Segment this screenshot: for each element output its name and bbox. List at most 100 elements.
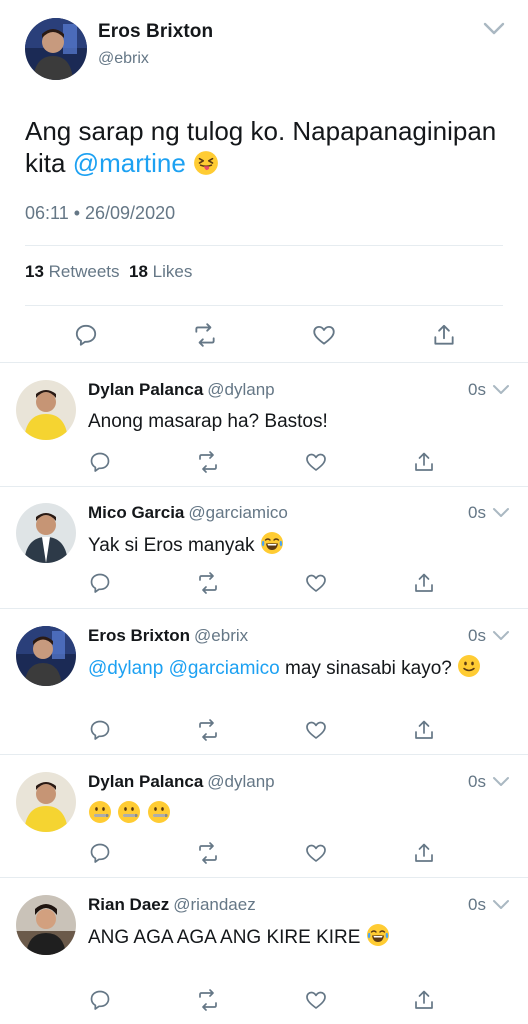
chevron-down-icon[interactable] bbox=[490, 774, 512, 790]
divider bbox=[0, 608, 528, 609]
author-name[interactable]: Eros Brixton bbox=[88, 626, 190, 645]
author-name[interactable]: Dylan Palanca bbox=[88, 772, 203, 791]
tears-of-joy-emoji bbox=[260, 531, 284, 555]
reply-icon[interactable] bbox=[88, 571, 112, 595]
like-icon[interactable] bbox=[311, 322, 337, 348]
tears-of-joy-emoji bbox=[366, 923, 390, 947]
divider bbox=[25, 245, 503, 246]
tweet-text: Ang sarap ng tulog ko. Napapanaginipan k… bbox=[25, 115, 505, 179]
chevron-down-icon[interactable] bbox=[490, 897, 512, 913]
retweet-icon[interactable] bbox=[192, 322, 218, 348]
action-bar bbox=[88, 988, 438, 1012]
reply-time[interactable]: 0s bbox=[468, 772, 486, 792]
divider bbox=[0, 486, 528, 487]
reply-text-body: Yak si Eros manyak bbox=[88, 535, 260, 556]
reply-time[interactable]: 0s bbox=[468, 895, 486, 915]
retweet-icon[interactable] bbox=[196, 450, 220, 474]
like-icon[interactable] bbox=[304, 988, 328, 1012]
zipper-mouth-emoji bbox=[147, 800, 171, 824]
chevron-down-icon[interactable] bbox=[490, 628, 512, 644]
action-bar bbox=[88, 718, 438, 742]
retweet-icon[interactable] bbox=[196, 571, 220, 595]
zipper-mouth-emoji bbox=[88, 800, 112, 824]
author-name[interactable]: Mico Garcia bbox=[88, 503, 184, 522]
reply-icon[interactable] bbox=[88, 450, 112, 474]
reply-text: @dylanp @garciamico may sinasabi kayo? bbox=[88, 654, 508, 683]
like-icon[interactable] bbox=[304, 718, 328, 742]
share-icon[interactable] bbox=[412, 841, 436, 865]
reply-header: Eros Brixton @ebrix bbox=[88, 626, 248, 646]
likes-count: 18 bbox=[128, 262, 148, 281]
divider bbox=[0, 877, 528, 878]
author-handle[interactable]: @riandaez bbox=[173, 895, 255, 914]
reply-icon[interactable] bbox=[88, 841, 112, 865]
reply-tweet[interactable]: Dylan Palanca @dylanp 0s Anong masarap ha… bbox=[0, 380, 528, 487]
author-handle[interactable]: @ebrix bbox=[98, 50, 149, 68]
reply-tweet[interactable]: Dylan Palanca @dylanp 0s bbox=[0, 772, 528, 878]
reply-text: Anong masarap ha? Bastos! bbox=[88, 411, 328, 432]
share-icon[interactable] bbox=[412, 718, 436, 742]
reply-tweet[interactable]: Rian Daez @riandaez 0s ANG AGA AGA ANG KI… bbox=[0, 895, 528, 1020]
reply-time[interactable]: 0s bbox=[468, 503, 486, 523]
reply-header: Dylan Palanca @dylanp bbox=[88, 772, 275, 792]
avatar[interactable] bbox=[16, 380, 76, 440]
reply-icon[interactable] bbox=[88, 718, 112, 742]
chevron-down-icon[interactable] bbox=[480, 16, 508, 42]
reply-header: Rian Daez @riandaez bbox=[88, 895, 256, 915]
divider bbox=[25, 305, 503, 306]
squinting-tongue-emoji bbox=[193, 150, 219, 176]
share-icon[interactable] bbox=[412, 571, 436, 595]
retweets-label: Retweets bbox=[48, 262, 120, 281]
author-handle[interactable]: @dylanp bbox=[207, 772, 274, 791]
retweet-icon[interactable] bbox=[196, 718, 220, 742]
share-icon[interactable] bbox=[412, 450, 436, 474]
reply-icon[interactable] bbox=[73, 322, 99, 348]
likes-label: Likes bbox=[152, 262, 193, 281]
avatar[interactable] bbox=[16, 895, 76, 955]
retweets-stat[interactable]: 13 Retweets bbox=[25, 262, 120, 281]
avatar[interactable] bbox=[16, 772, 76, 832]
chevron-down-icon[interactable] bbox=[490, 505, 512, 521]
author-name[interactable]: Rian Daez bbox=[88, 895, 169, 914]
chevron-down-icon[interactable] bbox=[490, 382, 512, 398]
reply-tweet[interactable]: Eros Brixton @ebrix 0s @dylanp @garciamic… bbox=[0, 626, 528, 755]
reply-text: Yak si Eros manyak bbox=[88, 531, 508, 560]
share-icon[interactable] bbox=[431, 322, 457, 348]
reply-text bbox=[88, 800, 508, 829]
reply-text: ANG AGA AGA ANG KIRE KIRE bbox=[88, 923, 508, 952]
avatar[interactable] bbox=[16, 503, 76, 563]
retweet-icon[interactable] bbox=[196, 841, 220, 865]
mention-link[interactable]: @martine bbox=[73, 148, 186, 178]
slightly-smiling-emoji bbox=[457, 654, 481, 678]
mention-link[interactable]: @garciamico bbox=[169, 658, 280, 679]
reply-header: Mico Garcia @garciamico bbox=[88, 503, 288, 523]
likes-stat[interactable]: 18 Likes bbox=[129, 262, 192, 281]
reply-tweet[interactable]: Mico Garcia @garciamico 0s Yak si Eros ma… bbox=[0, 503, 528, 609]
reply-time[interactable]: 0s bbox=[468, 626, 486, 646]
retweets-count: 13 bbox=[25, 262, 44, 281]
like-icon[interactable] bbox=[304, 571, 328, 595]
avatar[interactable] bbox=[25, 18, 87, 80]
action-bar bbox=[88, 571, 438, 595]
action-bar bbox=[88, 841, 438, 865]
action-bar bbox=[88, 450, 438, 474]
author-name[interactable]: Dylan Palanca bbox=[88, 380, 203, 399]
avatar[interactable] bbox=[16, 626, 76, 686]
reply-time[interactable]: 0s bbox=[468, 380, 486, 400]
author-handle[interactable]: @garciamico bbox=[188, 503, 287, 522]
tweet-stats: 13 Retweets 18 Likes bbox=[25, 262, 192, 282]
reply-text-body: may sinasabi kayo? bbox=[279, 658, 452, 679]
mention-link[interactable]: @dylanp bbox=[88, 658, 163, 679]
author-handle[interactable]: @dylanp bbox=[207, 380, 274, 399]
reply-text-body: ANG AGA AGA ANG KIRE KIRE bbox=[88, 927, 366, 948]
share-icon[interactable] bbox=[412, 988, 436, 1012]
reply-icon[interactable] bbox=[88, 988, 112, 1012]
like-icon[interactable] bbox=[304, 450, 328, 474]
like-icon[interactable] bbox=[304, 841, 328, 865]
author-name[interactable]: Eros Brixton bbox=[98, 21, 213, 43]
reply-header: Dylan Palanca @dylanp bbox=[88, 380, 275, 400]
tweet-timestamp[interactable]: 06:11 • 26/09/2020 bbox=[25, 203, 175, 224]
author-handle[interactable]: @ebrix bbox=[194, 626, 248, 645]
retweet-icon[interactable] bbox=[196, 988, 220, 1012]
divider bbox=[0, 754, 528, 755]
